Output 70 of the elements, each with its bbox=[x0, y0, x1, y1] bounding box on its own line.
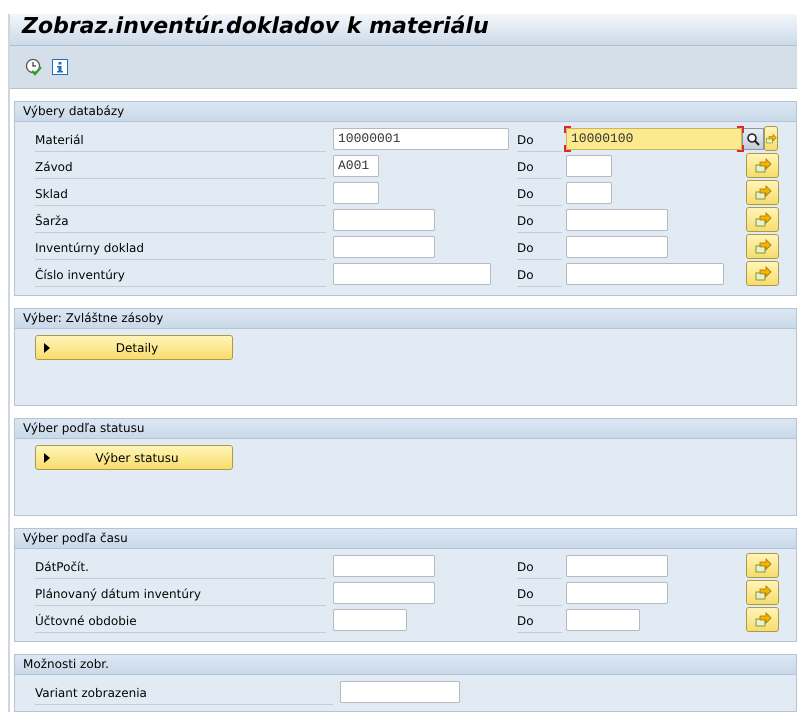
input-field[interactable] bbox=[333, 554, 435, 576]
arrow-icon bbox=[754, 266, 772, 282]
arrow-icon bbox=[754, 158, 772, 174]
section-title: Výber podľa statusu bbox=[15, 419, 796, 439]
multiple-selection-button[interactable] bbox=[746, 207, 779, 232]
arrow-icon bbox=[754, 238, 772, 254]
section-title: Možnosti zobr. bbox=[15, 655, 796, 675]
field-label: Sklad bbox=[35, 180, 326, 206]
multiple-selection-button[interactable] bbox=[746, 553, 779, 578]
range-label: Do bbox=[517, 126, 562, 152]
info-button[interactable] bbox=[50, 57, 70, 77]
input-field[interactable] bbox=[566, 182, 612, 204]
input-field[interactable] bbox=[566, 154, 612, 176]
section-title: Výber: Zvláštne zásoby bbox=[15, 309, 796, 329]
field-label: Inventúrny doklad bbox=[35, 234, 326, 260]
field-label: Závod bbox=[35, 152, 326, 178]
range-label: Do bbox=[517, 152, 562, 178]
expand-button[interactable]: Výber statusu bbox=[35, 445, 233, 470]
clock-check-icon bbox=[25, 58, 43, 76]
arrow-icon bbox=[754, 184, 772, 200]
field-label: Šarža bbox=[35, 206, 326, 232]
multiple-selection-button[interactable] bbox=[746, 607, 779, 632]
field-label: DátPočít. bbox=[35, 552, 326, 578]
execute-button[interactable] bbox=[24, 57, 44, 77]
input-field[interactable] bbox=[333, 182, 379, 204]
triangle-icon bbox=[44, 342, 50, 352]
input-field[interactable] bbox=[340, 680, 460, 702]
input-field[interactable] bbox=[566, 262, 724, 284]
range-label: Do bbox=[517, 552, 562, 578]
section-title: Výbery databázy bbox=[15, 102, 796, 122]
triangle-icon bbox=[44, 452, 50, 462]
input-field[interactable] bbox=[566, 208, 668, 230]
search-help-button[interactable] bbox=[742, 128, 764, 150]
range-label: Do bbox=[517, 206, 562, 232]
arrow-icon bbox=[754, 558, 772, 574]
field-label: Plánovaný dátum inventúry bbox=[35, 580, 326, 606]
multiple-selection-button[interactable] bbox=[746, 234, 779, 259]
input-field[interactable] bbox=[566, 582, 668, 604]
arrow-icon bbox=[754, 612, 772, 628]
field-label: Účtovné obdobie bbox=[35, 606, 326, 632]
arrow-icon bbox=[754, 212, 772, 228]
search-icon bbox=[746, 132, 760, 146]
range-label: Do bbox=[517, 234, 562, 260]
input-field[interactable] bbox=[566, 608, 640, 630]
range-label: Do bbox=[517, 606, 562, 632]
input-field[interactable] bbox=[333, 582, 435, 604]
input-field[interactable] bbox=[566, 236, 668, 258]
arrow-icon bbox=[765, 130, 777, 146]
multiple-selection-button[interactable] bbox=[746, 261, 779, 286]
input-field[interactable] bbox=[333, 608, 407, 630]
window-title: Zobraz.inventúr.dokladov k materiálu bbox=[10, 14, 797, 46]
expand-button[interactable]: Detaily bbox=[35, 335, 233, 360]
multiple-selection-button[interactable] bbox=[746, 580, 779, 605]
input-field[interactable] bbox=[566, 554, 668, 576]
range-label: Do bbox=[517, 580, 562, 606]
info-icon bbox=[52, 59, 68, 75]
multiple-selection-button[interactable] bbox=[746, 180, 779, 205]
field-label: Variant zobrazenia bbox=[35, 678, 333, 704]
input-field[interactable]: 10000100 bbox=[566, 128, 742, 150]
input-field[interactable] bbox=[333, 208, 435, 230]
section-title: Výber podľa času bbox=[15, 529, 796, 549]
arrow-icon bbox=[754, 584, 772, 600]
field-label: Materiál bbox=[35, 126, 326, 152]
range-label: Do bbox=[517, 260, 562, 286]
input-field[interactable] bbox=[333, 236, 435, 258]
input-field[interactable] bbox=[333, 262, 491, 284]
input-field[interactable]: A001 bbox=[333, 154, 379, 176]
input-field[interactable]: 10000001 bbox=[333, 128, 509, 150]
field-label: Číslo inventúry bbox=[35, 260, 326, 286]
range-label: Do bbox=[517, 180, 562, 206]
